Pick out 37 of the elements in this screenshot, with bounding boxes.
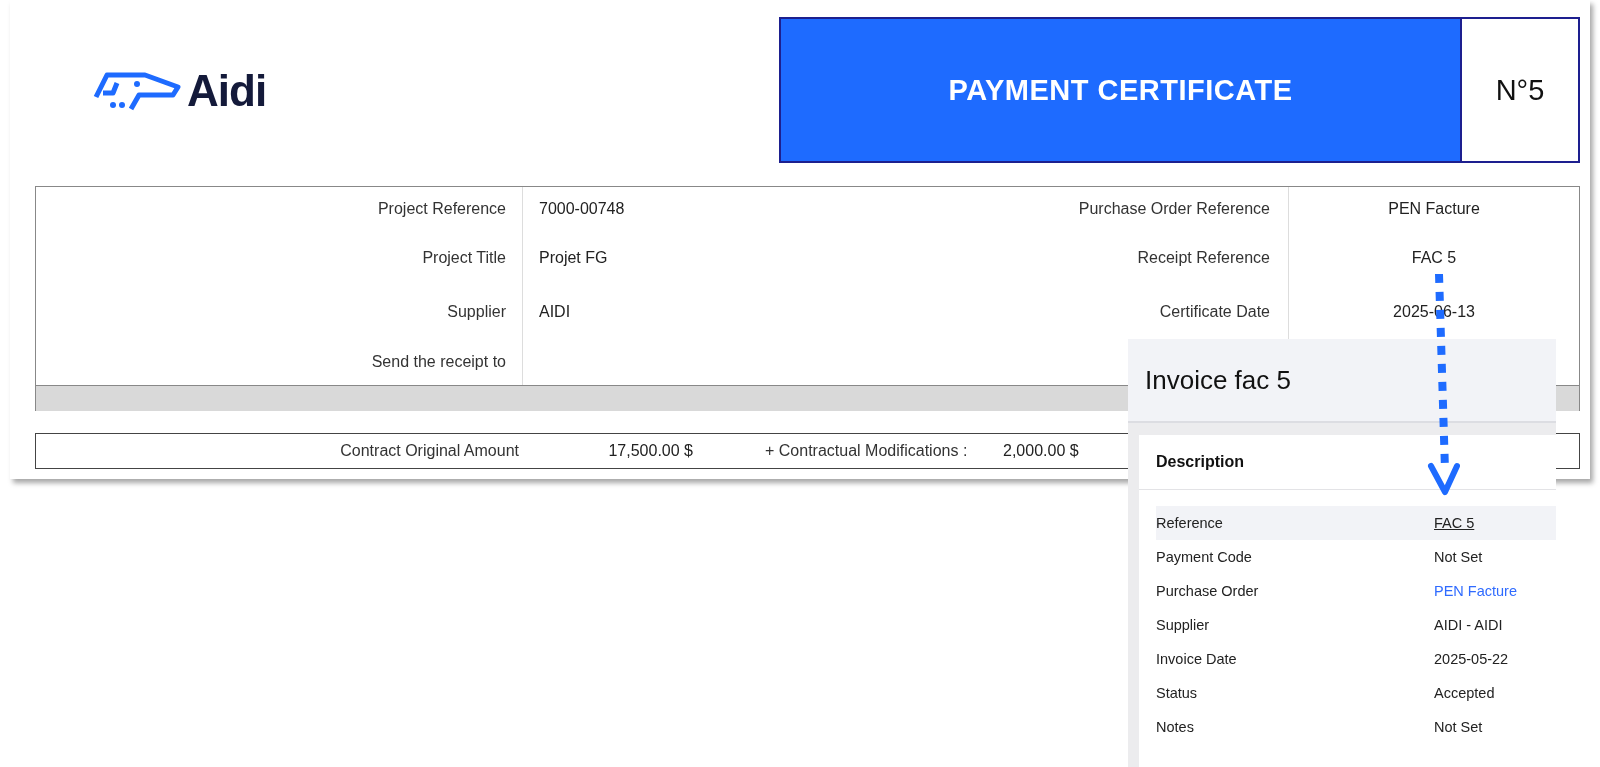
amount-value: 17,500.00 $ <box>607 442 693 460</box>
detail-value: Accepted <box>1434 685 1495 701</box>
section-title: Description <box>1156 453 1244 471</box>
detail-value: FAC 5 <box>1434 515 1475 531</box>
amount-value: 2,000.00 $ <box>1003 442 1079 460</box>
field-label: Send the receipt to <box>371 353 506 371</box>
field-label: Purchase Order Reference <box>1078 200 1270 218</box>
field-label: Receipt Reference <box>1137 249 1270 267</box>
amount-label: + Contractual Modifications : <box>765 442 969 460</box>
field-value: 2025-06-13 <box>1393 303 1475 321</box>
certificate-title: PAYMENT CERTIFICATE <box>781 19 1462 161</box>
purchase-order-link[interactable]: PEN Facture <box>1434 583 1517 599</box>
field-value: AIDI <box>539 303 571 321</box>
panel-title: Invoice fac 5 <box>1145 364 1291 396</box>
field-value: PEN Facture <box>1388 200 1480 218</box>
detail-label: Reference <box>1156 515 1224 531</box>
detail-label: Notes <box>1156 719 1195 735</box>
detail-value: Not Set <box>1434 549 1483 565</box>
detail-label: Status <box>1156 685 1199 701</box>
logo-icon <box>93 71 181 111</box>
field-value: Projet FG <box>539 249 608 267</box>
detail-label: Purchase Order <box>1156 583 1260 599</box>
detail-label: Payment Code <box>1156 549 1253 565</box>
detail-value: 2025-05-22 <box>1434 651 1509 667</box>
detail-value: Not Set <box>1434 719 1483 735</box>
field-label: Supplier <box>447 303 506 321</box>
amount-label: Contract Original Amount <box>339 442 519 460</box>
certificate-number: N°5 <box>1494 72 1546 108</box>
field-label: Project Title <box>422 249 506 267</box>
detail-label: Supplier <box>1156 617 1211 633</box>
field-label: Certificate Date <box>1159 303 1270 321</box>
logo-text: Aidi <box>187 69 267 113</box>
field-value: FAC 5 <box>1411 249 1457 267</box>
field-value: 7000-00748 <box>539 200 625 218</box>
field-label: Project Reference <box>377 200 506 218</box>
detail-value: AIDI - AIDI <box>1434 617 1503 633</box>
detail-label: Invoice Date <box>1156 651 1238 667</box>
